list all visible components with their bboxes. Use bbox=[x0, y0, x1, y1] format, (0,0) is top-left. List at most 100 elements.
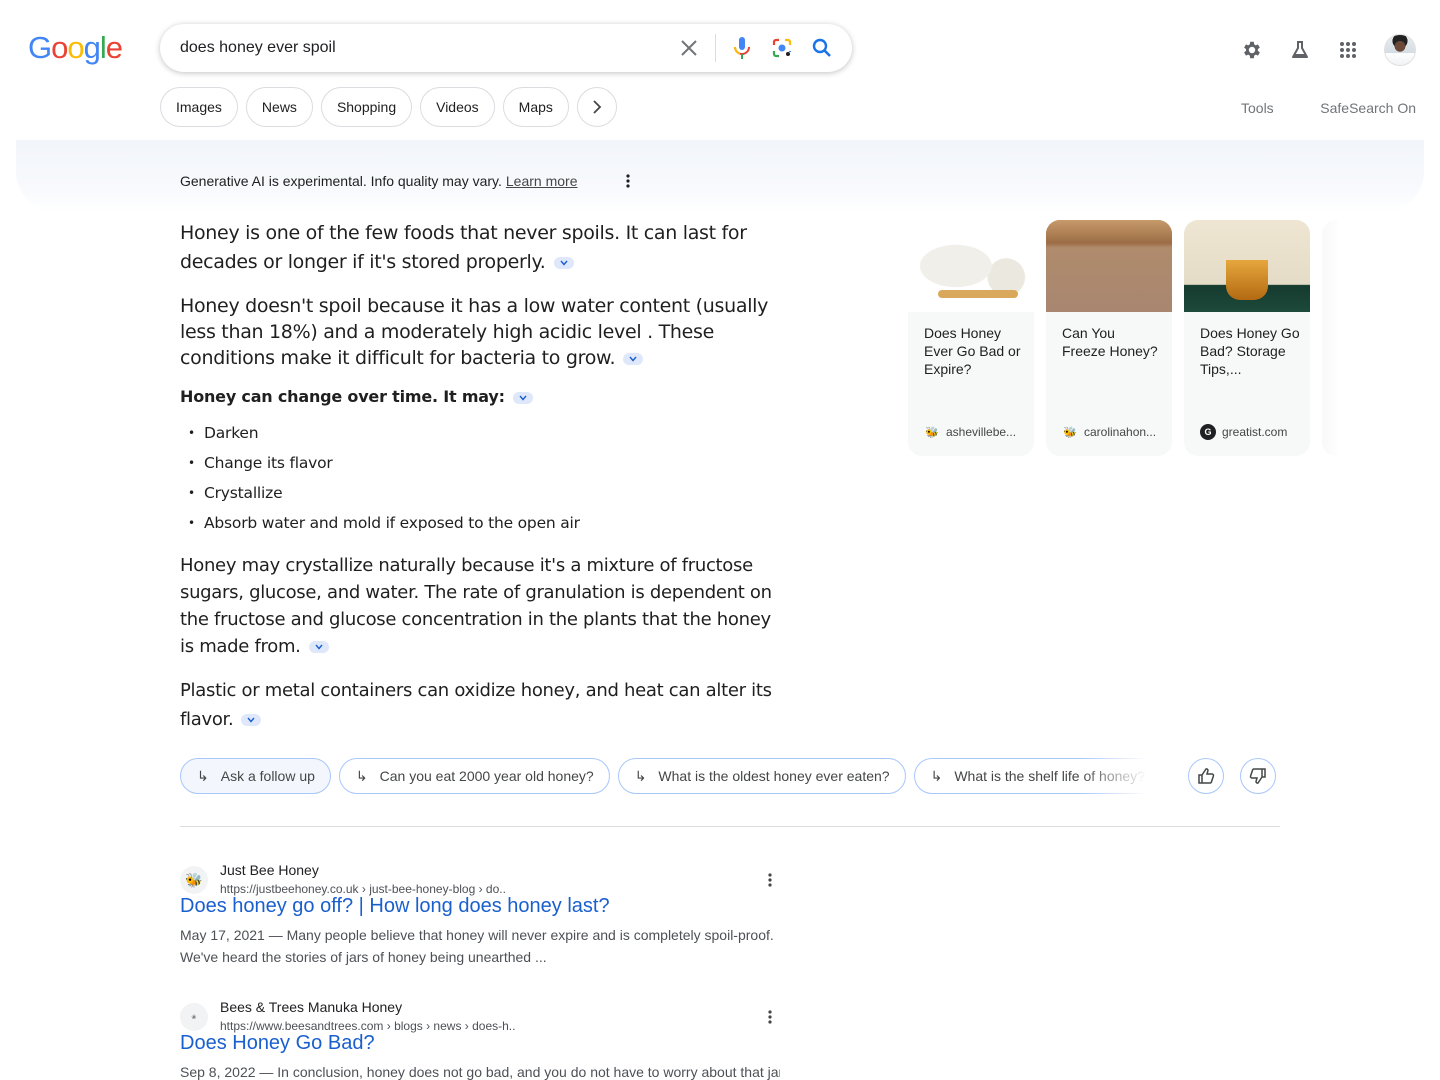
card-source-name: greatist.com bbox=[1222, 425, 1288, 439]
thumbs-up-icon bbox=[1198, 768, 1215, 784]
card-thumbnail-image bbox=[908, 220, 1034, 312]
card-source: G greatist.com bbox=[1200, 424, 1287, 440]
tools-button[interactable]: Tools bbox=[1241, 100, 1274, 116]
ai-bullet-item: Darken bbox=[188, 418, 780, 448]
followup-label: What is the oldest honey ever eaten? bbox=[658, 768, 890, 784]
source-card[interactable]: Does Honey Go Bad? Storage Tips,... G gr… bbox=[1184, 220, 1310, 456]
card-source-name: carolinahon... bbox=[1084, 425, 1157, 439]
ai-paragraph: Plastic or metal containers can oxidize … bbox=[180, 676, 780, 734]
chevron-right-icon bbox=[593, 100, 602, 114]
ai-bullet-item: Absorb water and mold if exposed to the … bbox=[188, 508, 780, 538]
thumbs-up-button[interactable] bbox=[1188, 758, 1224, 794]
ask-followup-button[interactable]: ↳ Ask a follow up bbox=[180, 758, 331, 794]
chip-videos[interactable]: Videos bbox=[420, 87, 495, 127]
microphone-icon[interactable] bbox=[730, 36, 754, 60]
chip-maps[interactable]: Maps bbox=[502, 87, 569, 127]
result-title-link[interactable]: Does honey go off? | How long does honey… bbox=[180, 895, 610, 918]
expand-source-chevron-icon[interactable] bbox=[241, 714, 262, 726]
ai-paragraph-text: Honey doesn't spoil because it has a low… bbox=[180, 295, 769, 369]
followups-scroll-fade bbox=[1080, 758, 1160, 794]
greatist-logo-icon: G bbox=[1200, 424, 1216, 440]
ai-paragraph: Honey is one of the few foods that never… bbox=[180, 219, 780, 277]
followup-label: Can you eat 2000 year old honey? bbox=[379, 768, 594, 784]
card-thumbnail-image bbox=[1184, 220, 1310, 312]
card-source: 🐝 ashevillebe... bbox=[924, 424, 1016, 440]
site-favicon-icon: ❀ bbox=[180, 1003, 208, 1031]
followup-suggestion[interactable]: ↳ Can you eat 2000 year old honey? bbox=[338, 758, 610, 794]
apps-grid-icon[interactable] bbox=[1328, 30, 1368, 70]
result-more-options-icon[interactable] bbox=[762, 870, 778, 890]
thumbs-down-button[interactable] bbox=[1240, 758, 1276, 794]
ai-paragraph: Honey doesn't spoil because it has a low… bbox=[180, 293, 780, 371]
chip-news[interactable]: News bbox=[245, 87, 313, 127]
expand-source-chevron-icon[interactable] bbox=[512, 391, 533, 404]
followup-suggestions: ↳ Ask a follow up ↳ Can you eat 2000 year … bbox=[180, 758, 1160, 794]
clear-icon[interactable] bbox=[677, 36, 701, 60]
ai-overview-more-options-icon[interactable] bbox=[620, 171, 636, 191]
result-url[interactable]: https://justbeehoney.co.uk › just-bee-ho… bbox=[220, 882, 506, 896]
search-box-divider bbox=[715, 34, 716, 62]
learn-more-link[interactable]: Learn more bbox=[506, 173, 578, 189]
followup-suggestion[interactable]: ↳ What is the oldest honey ever eaten? bbox=[617, 758, 906, 794]
google-logo[interactable]: Google bbox=[28, 30, 123, 66]
account-avatar[interactable] bbox=[1384, 34, 1416, 66]
expand-source-chevron-icon[interactable] bbox=[308, 641, 329, 653]
logo-letter: o bbox=[51, 30, 68, 65]
expand-source-chevron-icon[interactable] bbox=[553, 256, 574, 269]
logo-letter: G bbox=[28, 30, 52, 65]
followup-label: Ask a follow up bbox=[220, 768, 315, 784]
bee-icon: 🐝 bbox=[925, 426, 939, 439]
card-source-name: ashevillebe... bbox=[946, 425, 1017, 439]
result-site-name[interactable]: Bees & Trees Manuka Honey bbox=[220, 999, 402, 1015]
result-snippet: Sep 8, 2022 — In conclusion, honey does … bbox=[180, 1064, 780, 1080]
source-card[interactable]: Can You Freeze Honey? 🐝 carolinahon... bbox=[1046, 220, 1172, 456]
search-input[interactable] bbox=[180, 39, 670, 57]
search-filter-chips: Images News Shopping Videos Maps bbox=[160, 87, 617, 127]
reply-arrow-icon: ↳ bbox=[634, 767, 647, 784]
reply-arrow-icon: ↳ bbox=[355, 767, 368, 784]
thumbs-down-icon bbox=[1249, 768, 1266, 784]
ai-bullet-item: Crystallize bbox=[188, 478, 780, 508]
card-title: Can You Freeze Honey? bbox=[1062, 325, 1158, 359]
card-source: 🐝 carolinahon... bbox=[1062, 424, 1156, 440]
ai-paragraph-text: Honey may crystallize naturally because … bbox=[180, 555, 772, 657]
ai-subheading: Honey can change over time. It may: bbox=[180, 387, 780, 406]
ai-paragraph-text: Honey is one of the few foods that never… bbox=[180, 222, 747, 273]
safesearch-button[interactable]: SafeSearch On bbox=[1320, 100, 1416, 116]
site-favicon-bee-icon: 🐝 bbox=[180, 866, 208, 894]
reply-arrow-icon: ↳ bbox=[930, 767, 943, 784]
chips-next-button[interactable] bbox=[576, 87, 617, 127]
search-icon[interactable] bbox=[810, 36, 834, 60]
logo-letter: e bbox=[105, 30, 123, 65]
ai-bullet-list: Darken Change its flavor Crystallize Abs… bbox=[188, 418, 780, 538]
result-title-link[interactable]: Does Honey Go Bad? bbox=[180, 1032, 375, 1055]
result-snippet: May 17, 2021 — Many people believe that … bbox=[180, 927, 774, 965]
chip-images[interactable]: Images bbox=[160, 87, 238, 127]
settings-gear-icon[interactable] bbox=[1232, 30, 1272, 70]
labs-flask-icon[interactable] bbox=[1280, 30, 1320, 70]
ai-subheading-text: Honey can change over time. It may: bbox=[180, 387, 505, 406]
result-more-options-icon[interactable] bbox=[762, 1007, 778, 1027]
ai-experimental-notice: Generative AI is experimental. Info qual… bbox=[180, 173, 577, 189]
ai-bullet-item: Change its flavor bbox=[188, 448, 780, 478]
expand-source-chevron-icon[interactable] bbox=[623, 352, 644, 365]
result-site-name[interactable]: Just Bee Honey bbox=[220, 862, 319, 878]
card-title: Does Honey Ever Go Bad or Expire? bbox=[924, 325, 1021, 377]
section-divider bbox=[180, 826, 1280, 827]
ai-source-cards: Does Honey Ever Go Bad or Expire? 🐝 ashe… bbox=[908, 220, 1338, 456]
bee-icon: 🐝 bbox=[1063, 426, 1077, 439]
logo-letter: o bbox=[67, 30, 84, 65]
card-thumbnail-image bbox=[1046, 220, 1172, 312]
source-card[interactable]: Does Honey Ever Go Bad or Expire? 🐝 ashe… bbox=[908, 220, 1034, 456]
ai-paragraph-text: Plastic or metal containers can oxidize … bbox=[180, 680, 772, 730]
search-box bbox=[160, 24, 852, 72]
reply-arrow-icon: ↳ bbox=[197, 767, 209, 784]
chip-shopping[interactable]: Shopping bbox=[320, 87, 413, 127]
ai-notice-text: Generative AI is experimental. Info qual… bbox=[180, 173, 502, 189]
lens-camera-icon[interactable] bbox=[770, 36, 794, 60]
ai-paragraph: Honey may crystallize naturally because … bbox=[180, 552, 780, 660]
result-url[interactable]: https://www.beesandtrees.com › blogs › n… bbox=[220, 1019, 515, 1033]
cards-scroll-fade bbox=[1320, 220, 1342, 456]
ai-overview-body: Honey is one of the few foods that never… bbox=[180, 219, 780, 750]
logo-letter: g bbox=[83, 30, 101, 65]
